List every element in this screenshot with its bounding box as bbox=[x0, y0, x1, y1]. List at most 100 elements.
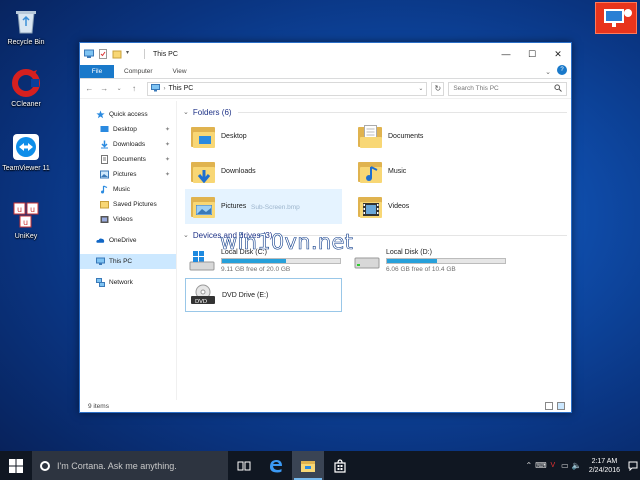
address-bar-row: ← → ⌄ ↑ › This PC ⌄ ↻ Search This PC bbox=[80, 79, 571, 99]
cortana-search-box[interactable]: I'm Cortana. Ask me anything. bbox=[32, 451, 228, 480]
promo-logo bbox=[595, 2, 637, 34]
taskbar-edge[interactable] bbox=[260, 451, 292, 480]
nav-label: Videos bbox=[113, 216, 133, 223]
nav-pictures[interactable]: Pictures ✦ bbox=[80, 167, 176, 182]
nav-label: Desktop bbox=[113, 126, 137, 133]
recent-locations-icon[interactable]: ⌄ bbox=[114, 82, 125, 96]
windows-drive-icon bbox=[189, 250, 215, 272]
desktop-icon-teamviewer[interactable]: TeamViewer 11 bbox=[0, 132, 52, 173]
nav-music[interactable]: Music bbox=[80, 182, 176, 197]
taskbar-store[interactable] bbox=[324, 451, 356, 480]
drive-e[interactable]: DVD DVD Drive (E:) bbox=[185, 278, 342, 312]
back-button[interactable]: ← bbox=[84, 82, 95, 96]
nav-desktop[interactable]: Desktop ✦ bbox=[80, 122, 176, 137]
pin-icon[interactable]: ✦ bbox=[165, 141, 170, 148]
drive-usage-fill bbox=[387, 259, 437, 263]
up-button[interactable]: ↑ bbox=[129, 82, 140, 96]
network-icon bbox=[96, 278, 105, 287]
tab-view[interactable]: View bbox=[163, 65, 197, 78]
nav-saved-pictures[interactable]: Saved Pictures bbox=[80, 197, 176, 212]
maximize-button[interactable]: ☐ bbox=[519, 43, 545, 65]
status-bar: 9 items bbox=[80, 400, 571, 412]
folders-section-header[interactable]: ⌄ Folders (6) bbox=[183, 105, 571, 119]
properties-icon[interactable] bbox=[98, 49, 108, 59]
volume-icon[interactable]: 🔈 bbox=[571, 461, 583, 470]
folder-videos[interactable]: Videos bbox=[352, 189, 509, 224]
notification-icon bbox=[628, 461, 638, 471]
action-center-button[interactable] bbox=[626, 451, 640, 480]
nav-videos[interactable]: Videos bbox=[80, 212, 176, 227]
refresh-button[interactable]: ↻ bbox=[431, 81, 445, 96]
unikey-tray-icon[interactable]: V bbox=[547, 462, 559, 469]
folder-label: Desktop bbox=[221, 133, 247, 140]
network-tray-icon[interactable]: ▭ bbox=[559, 461, 571, 470]
details-view-icon[interactable] bbox=[545, 402, 553, 410]
address-input[interactable]: › This PC ⌄ bbox=[147, 81, 428, 96]
folder-desktop[interactable]: Desktop bbox=[185, 119, 342, 154]
breadcrumb[interactable]: This PC bbox=[168, 85, 193, 92]
task-view-button[interactable] bbox=[228, 451, 260, 480]
minimize-button[interactable]: — bbox=[493, 43, 519, 65]
nav-documents[interactable]: Documents ✦ bbox=[80, 152, 176, 167]
nav-onedrive[interactable]: OneDrive bbox=[80, 233, 176, 248]
search-input[interactable]: Search This PC bbox=[448, 81, 567, 96]
forward-button[interactable]: → bbox=[99, 82, 110, 96]
start-button[interactable] bbox=[0, 451, 32, 480]
nav-label: This PC bbox=[109, 258, 133, 265]
expand-ribbon-icon[interactable]: ⌄ bbox=[539, 65, 557, 78]
ccleaner-icon bbox=[11, 68, 41, 98]
keyboard-icon[interactable]: ⌨ bbox=[535, 461, 547, 470]
quick-access-dropdown-icon[interactable]: ▾ bbox=[126, 49, 136, 59]
nav-quick-access[interactable]: Quick access bbox=[80, 107, 176, 122]
pin-icon[interactable]: ✦ bbox=[165, 126, 170, 133]
folder-pictures[interactable]: Pictures Sub-Screen.bmp bbox=[185, 189, 342, 224]
hard-drive-icon bbox=[354, 250, 380, 272]
desktop-icon-ccleaner[interactable]: CCleaner bbox=[0, 68, 52, 109]
large-icons-view-icon[interactable] bbox=[557, 402, 565, 410]
svg-text:u: u bbox=[17, 205, 22, 214]
clock[interactable]: 2:17 AM 2/24/2016 bbox=[583, 457, 626, 475]
folder-downloads[interactable]: Downloads bbox=[185, 154, 342, 189]
collapse-chevron-icon[interactable]: ⌄ bbox=[183, 108, 189, 116]
desktop-icon-label: CCleaner bbox=[11, 101, 41, 108]
drive-label: Local Disk (D:) bbox=[386, 249, 432, 256]
tab-file[interactable]: File bbox=[80, 65, 114, 78]
drive-d[interactable]: Local Disk (D:) 6.06 GB free of 10.4 GB bbox=[350, 244, 507, 278]
svg-text:u: u bbox=[23, 218, 28, 227]
tab-computer[interactable]: Computer bbox=[114, 65, 163, 78]
new-folder-icon[interactable] bbox=[112, 49, 122, 59]
section-divider bbox=[237, 111, 567, 113]
folder-label: Music bbox=[388, 168, 407, 175]
title-bar[interactable]: ▾ This PC — ☐ ✕ bbox=[80, 43, 571, 65]
folder-music[interactable]: Music bbox=[352, 154, 509, 189]
task-view-icon bbox=[237, 461, 251, 470]
nav-downloads[interactable]: Downloads ✦ bbox=[80, 137, 176, 152]
help-button[interactable]: ? bbox=[557, 65, 567, 75]
pin-icon[interactable]: ✦ bbox=[165, 156, 170, 163]
taskbar-file-explorer[interactable] bbox=[292, 451, 324, 480]
desktop-icon-recycle-bin[interactable]: Recycle Bin bbox=[0, 6, 52, 47]
close-button[interactable]: ✕ bbox=[545, 43, 571, 65]
drive-usage-bar bbox=[221, 258, 341, 264]
nav-this-pc[interactable]: This PC bbox=[80, 254, 176, 269]
svg-text:DVD: DVD bbox=[195, 299, 207, 305]
address-dropdown-icon[interactable]: ⌄ bbox=[418, 85, 423, 92]
unikey-icon: uuu bbox=[11, 200, 41, 230]
recycle-bin-icon bbox=[11, 6, 41, 36]
show-hidden-icons-icon[interactable]: ⌃ bbox=[523, 461, 535, 470]
folder-documents[interactable]: Documents bbox=[352, 119, 509, 154]
navigation-pane: Quick access Desktop ✦ Downloads ✦ Docum… bbox=[80, 101, 177, 400]
music-icon bbox=[100, 185, 109, 194]
drive-usage-bar bbox=[386, 258, 506, 264]
nav-label: Pictures bbox=[113, 171, 137, 178]
folder-icon bbox=[100, 200, 109, 209]
nav-network[interactable]: Network bbox=[80, 275, 176, 290]
desktop-icon-unikey[interactable]: uuu UniKey bbox=[0, 200, 52, 241]
item-count: 9 items bbox=[88, 402, 109, 410]
pin-icon[interactable]: ✦ bbox=[165, 171, 170, 178]
collapse-chevron-icon[interactable]: ⌄ bbox=[183, 231, 189, 239]
title-separator bbox=[144, 49, 145, 59]
folder-label: Documents bbox=[388, 133, 424, 140]
this-pc-icon bbox=[84, 49, 94, 59]
drag-ghost-label: Sub-Screen.bmp bbox=[251, 204, 300, 211]
